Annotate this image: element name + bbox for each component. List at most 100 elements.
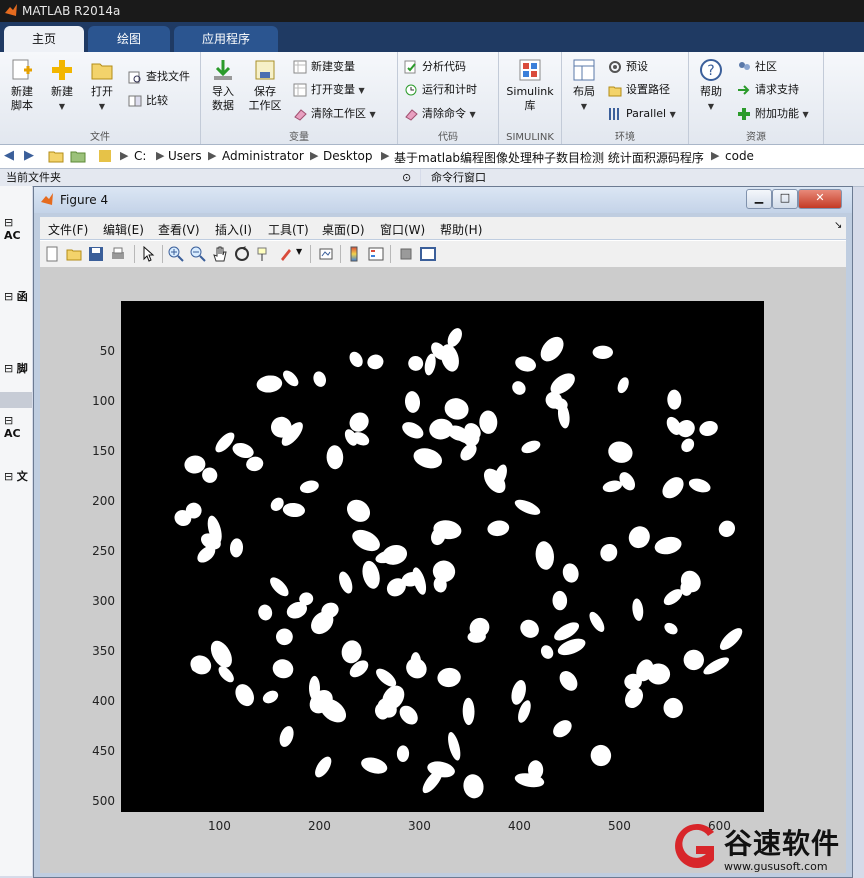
compare-button[interactable]: 比较 [128,92,168,110]
binary-image-plot[interactable] [121,301,764,812]
set-path-icon [608,86,622,97]
crumb-c[interactable]: C: [134,149,146,163]
community-button[interactable]: 社区 [737,58,777,76]
crumb-administrator[interactable]: Administrator [222,149,304,163]
tree-node[interactable]: ⊟ 函 [4,288,28,304]
data-cursor-icon[interactable] [256,246,272,262]
seed-blob [279,726,294,747]
tab-apps[interactable]: 应用程序 [174,26,278,52]
import-data-button[interactable]: 导入 数据 [203,58,243,113]
hide-plot-tools-icon[interactable] [398,246,414,262]
help-button[interactable]: ? 帮助 ▼ [691,58,731,114]
open-file-icon[interactable] [66,246,82,262]
minimize-button[interactable]: ▁ [746,189,772,209]
preferences-button[interactable]: 预设 [608,58,648,76]
up-folder-icon[interactable] [48,149,64,163]
forward-arrow-icon[interactable]: ▶ [24,148,34,163]
open-variable-button[interactable]: 打开变量 ▼ [293,81,365,99]
seed-blob [402,422,424,439]
crumb-users[interactable]: Users [168,149,202,163]
open-button[interactable]: 打开 ▼ [82,58,122,114]
seed-blob [339,571,353,594]
seed-blob [190,655,212,675]
clear-commands-button[interactable]: 清除命令 ▼ [404,105,476,123]
tree-node[interactable]: ⊟ AC [4,414,32,440]
menu-window[interactable]: 窗口(W) [380,221,425,238]
rotate-3d-icon[interactable] [234,246,250,262]
seed-blob [408,355,424,371]
menu-help[interactable]: 帮助(H) [440,221,482,238]
layout-button[interactable]: 布局 ▼ [564,58,604,114]
watermark-brand: 谷速软件 [724,827,841,860]
legend-icon[interactable] [368,246,384,262]
seed-blob [349,351,363,368]
address-bar: ◀ ▶ ▶ C: ▶ Users ▶ Administrator ▶ Deskt… [0,145,864,169]
save-workspace-button[interactable]: 保存 工作区 [245,58,285,113]
simulink-library-button[interactable]: Simulink 库 [502,58,558,113]
brush-dropdown-icon[interactable]: ▼ [296,247,302,256]
toolbar-separator [310,245,311,263]
selected-row[interactable] [0,392,32,408]
brush-icon[interactable] [278,246,294,262]
dock-arrow-icon[interactable]: ↘ [834,220,842,231]
x-tick-label: 200 [308,819,331,833]
find-files-button[interactable]: 查找文件 [128,68,190,86]
seed-blob [590,744,612,767]
back-arrow-icon[interactable]: ◀ [4,148,14,163]
open-variable-icon [293,83,307,97]
import-icon [214,60,232,80]
pan-hand-icon[interactable] [212,246,228,262]
browse-folder-icon[interactable] [70,149,86,163]
ribbon-tabs: 主页 绘图 应用程序 [0,22,864,52]
crumb-code[interactable]: code [725,149,754,163]
seed-blob [512,381,526,395]
tree-node[interactable]: ⊟ 脚 [4,360,28,376]
seed-blob [361,757,388,774]
addons-button[interactable]: 附加功能 ▼ [737,105,809,123]
parallel-button[interactable]: Parallel ▼ [608,105,676,123]
save-icon[interactable] [88,246,104,262]
seed-blob [299,480,319,494]
tab-plots[interactable]: 绘图 [88,26,170,52]
new-script-button[interactable]: 新建 脚本 [2,58,42,113]
menu-insert[interactable]: 插入(I) [215,221,252,238]
simulink-group: Simulink 库 SIMULINK [499,52,562,144]
menu-edit[interactable]: 编辑(E) [103,221,144,238]
crumb-desktop[interactable]: Desktop [323,149,373,163]
clear-workspace-button[interactable]: 清除工作区 ▼ [293,105,376,123]
menu-tools[interactable]: 工具(T) [268,221,309,238]
panel-menu-icon[interactable]: ⊙ [402,169,411,186]
y-tick-label: 250 [92,544,115,558]
print-icon[interactable] [110,246,126,262]
show-plot-tools-icon[interactable] [420,246,436,262]
seed-blob [667,389,682,410]
svg-text:?: ? [707,63,714,79]
tree-node[interactable]: ⊟ AC [4,216,32,242]
seed-blob [540,645,554,659]
seed-blob [718,520,736,537]
request-support-button[interactable]: 请求支持 [737,81,799,99]
tree-node[interactable]: ⊟ 文 [4,468,28,484]
pointer-icon[interactable] [140,246,156,262]
crumb-project-folder[interactable]: 基于matlab编程图像处理种子数目检测 统计面积源码程序 [394,149,704,166]
run-and-time-button[interactable]: 运行和计时 [404,81,477,99]
zoom-out-icon[interactable] [190,246,206,262]
maximize-button[interactable]: □ [772,189,798,209]
set-path-button[interactable]: 设置路径 [608,81,670,99]
menu-file[interactable]: 文件(F) [48,221,88,238]
plus-icon [52,60,72,80]
analyze-code-button[interactable]: 分析代码 [404,58,466,76]
zoom-in-icon[interactable] [168,246,184,262]
seed-blob [699,420,718,437]
y-tick-label: 200 [92,494,115,508]
menu-view[interactable]: 查看(V) [158,221,200,238]
seed-blob [520,619,539,638]
close-button[interactable]: ✕ [798,189,842,209]
new-variable-button[interactable]: 新建变量 [293,58,355,76]
tab-home[interactable]: 主页 [4,26,84,52]
new-figure-icon[interactable] [44,246,60,262]
colorbar-icon[interactable] [346,246,362,262]
menu-desktop[interactable]: 桌面(D) [322,221,365,238]
new-button[interactable]: 新建 ▼ [42,58,82,114]
link-plot-icon[interactable] [318,246,334,262]
